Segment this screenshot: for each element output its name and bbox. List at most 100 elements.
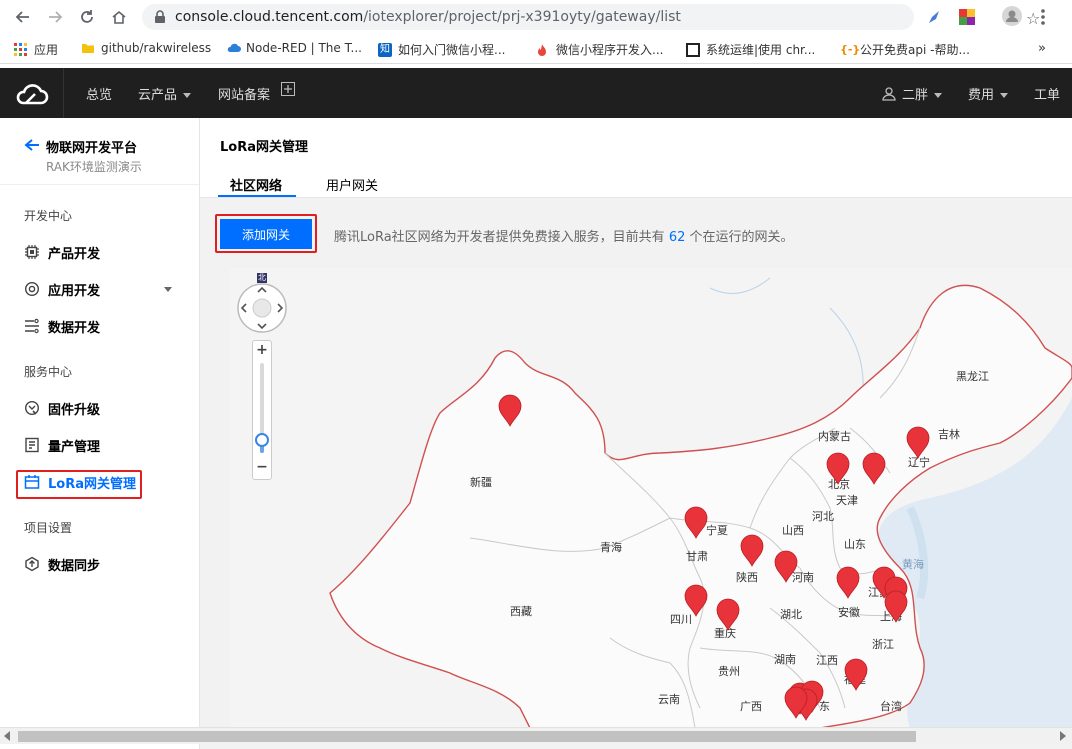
home-icon[interactable] xyxy=(108,6,130,28)
chevron-down-icon xyxy=(1000,93,1009,98)
scroll-right-arrow-icon[interactable] xyxy=(1060,731,1066,741)
zoom-out-button[interactable]: − xyxy=(253,459,271,475)
bookmark-ops[interactable]: 系统运维|使用 chr... xyxy=(686,41,815,58)
nav-ticket[interactable]: 工单 xyxy=(1034,84,1060,103)
add-shortcut-icon[interactable] xyxy=(281,82,295,100)
sidebar-item-product-dev[interactable]: 产品开发 xyxy=(24,241,100,263)
zoom-slider-handle[interactable] xyxy=(255,432,269,447)
bookmark-github[interactable]: github/rakwireless xyxy=(81,41,211,55)
sidebar-item-app-dev[interactable]: 应用开发 xyxy=(24,278,172,300)
bookmark-zhihu[interactable]: 知 如何入门微信小程... xyxy=(378,41,505,58)
more-bookmarks-icon[interactable]: » xyxy=(1038,41,1046,56)
sidebar-item-label: 固件升级 xyxy=(48,402,101,418)
sidebar-item-label: 数据同步 xyxy=(48,558,101,574)
province-label: 河北 xyxy=(812,510,834,523)
nav-products[interactable]: 云产品 xyxy=(138,84,192,103)
console-topnav: 总览 云产品 网站备案 二胖 费用 工单 xyxy=(0,68,1072,118)
lock-icon xyxy=(154,10,166,27)
zoom-track[interactable] xyxy=(255,363,269,453)
nav-products-label: 云产品 xyxy=(138,88,178,103)
app-gear-icon xyxy=(24,281,40,297)
province-label: 山东 xyxy=(844,538,866,551)
sea-label: 黄海 xyxy=(902,557,924,571)
back-arrow-icon[interactable] xyxy=(12,6,34,28)
nav-user[interactable]: 二胖 xyxy=(882,84,943,105)
zoom-in-button[interactable]: + xyxy=(253,342,271,358)
province-label: 江西 xyxy=(816,654,838,667)
cloud-icon xyxy=(226,41,241,55)
user-icon xyxy=(882,86,896,105)
bookmark-label: 应用 xyxy=(34,43,59,57)
tencent-cloud-logo-icon[interactable] xyxy=(0,68,64,118)
province-label: 新疆 xyxy=(470,475,492,489)
sidebar-item-label: 数据开发 xyxy=(48,320,101,336)
highlight-lora-gateway xyxy=(16,470,142,499)
gateway-count: 62 xyxy=(668,230,686,245)
sidebar-item-data-sync[interactable]: 数据同步 xyxy=(24,553,100,575)
folder-icon xyxy=(81,41,95,55)
province-label: 吉林 xyxy=(938,427,960,441)
browser-menu-icon[interactable] xyxy=(1038,8,1056,26)
province-label: 黑龙江 xyxy=(956,370,989,383)
brackets-icon: {-} xyxy=(840,42,861,56)
tab-user-gateway[interactable]: 用户网关 xyxy=(326,175,378,194)
platform-title[interactable]: 物联网开发平台 xyxy=(46,137,137,156)
sidebar-item-mass-production[interactable]: 量产管理 xyxy=(24,434,100,456)
browser-toolbar: console.cloud.tencent.com/iotexplorer/pr… xyxy=(0,0,1072,34)
bookmark-label: github/rakwireless xyxy=(101,41,212,55)
province-label: 青海 xyxy=(600,540,622,554)
user-name: 二胖 xyxy=(902,88,929,103)
tab-community-network[interactable]: 社区网络 xyxy=(230,175,282,194)
intro-suffix: 个在运行的网关。 xyxy=(685,230,794,245)
bookmark-apps[interactable]: 应用 xyxy=(14,41,58,58)
extension-rocket-icon[interactable] xyxy=(926,8,944,26)
province-label: 宁夏 xyxy=(706,523,728,537)
gateway-map[interactable]: 黑龙江 吉林 内蒙古 辽宁 北京 天津 新疆 宁夏 山西 河北 山东 青海 甘肃 陕西 河南 江苏 安徽 上海 西藏… xyxy=(230,268,1072,728)
sync-icon xyxy=(24,556,40,572)
scroll-left-arrow-icon[interactable] xyxy=(4,731,10,741)
sidebar-item-firmware[interactable]: 固件升级 xyxy=(24,397,100,419)
bookmark-label: Node-RED | The T... xyxy=(246,41,362,55)
profile-avatar-icon[interactable] xyxy=(1002,6,1022,26)
province-label: 四川 xyxy=(670,613,692,626)
back-arrow-icon[interactable] xyxy=(24,137,40,156)
extension-colorful-icon[interactable] xyxy=(958,8,976,26)
province-label: 西藏 xyxy=(510,605,532,618)
data-flow-icon xyxy=(24,318,40,334)
bookmark-label: 微信小程序开发入... xyxy=(556,43,664,57)
sidebar-item-data-dev[interactable]: 数据开发 xyxy=(24,315,100,337)
nav-icp[interactable]: 网站备案 xyxy=(218,84,270,103)
province-label: 湖南 xyxy=(774,653,796,666)
bookmark-wechat-dev[interactable]: 微信小程序开发入... xyxy=(536,41,663,58)
intro-text: 腾讯LoRa社区网络为开发者提供免费接入服务，目前共有 62 个在运行的网关。 xyxy=(334,226,794,245)
sidebar-item-label: 应用开发 xyxy=(48,283,101,299)
bookmark-free-api[interactable]: {-} 公开免费api -帮助... xyxy=(840,41,970,58)
province-label: 天津 xyxy=(836,494,858,507)
divider xyxy=(0,184,199,185)
map-canvas[interactable]: 黑龙江吉林内蒙古辽宁北京天津新疆宁夏 山西河北山东青海甘肃陕西 河南江苏安徽 上海西藏… xyxy=(230,268,1072,728)
map-zoom-control: + − xyxy=(252,340,272,480)
sidebar-item-label: 量产管理 xyxy=(48,439,101,455)
province-label: 安徽 xyxy=(838,605,860,619)
square-logo-icon xyxy=(686,42,700,57)
reload-icon[interactable] xyxy=(76,6,98,28)
nav-billing[interactable]: 费用 xyxy=(968,84,1009,103)
active-tab-indicator xyxy=(218,195,296,197)
province-label: 山西 xyxy=(782,524,804,537)
section-project-settings: 项目设置 xyxy=(24,521,73,535)
chevron-down-icon xyxy=(164,287,172,292)
nav-overview[interactable]: 总览 xyxy=(86,84,112,103)
horizontal-scrollbar[interactable] xyxy=(0,727,1072,744)
bookmark-node-red[interactable]: Node-RED | The T... xyxy=(226,41,362,55)
bookmark-label: 如何入门微信小程... xyxy=(398,43,506,57)
sidebar-item-label: 产品开发 xyxy=(48,246,101,262)
province-label: 贵州 xyxy=(718,665,740,678)
production-list-icon xyxy=(24,437,40,453)
address-bar[interactable]: console.cloud.tencent.com/iotexplorer/pr… xyxy=(142,4,1040,30)
province-label: 河南 xyxy=(792,571,814,584)
forward-arrow-icon[interactable] xyxy=(44,6,66,28)
map-compass[interactable]: 北 xyxy=(236,273,288,334)
scrollbar-thumb[interactable] xyxy=(18,731,916,742)
intro-prefix: 腾讯LoRa社区网络为开发者提供免费接入服务，目前共有 xyxy=(334,230,669,245)
chevron-down-icon xyxy=(934,93,943,98)
